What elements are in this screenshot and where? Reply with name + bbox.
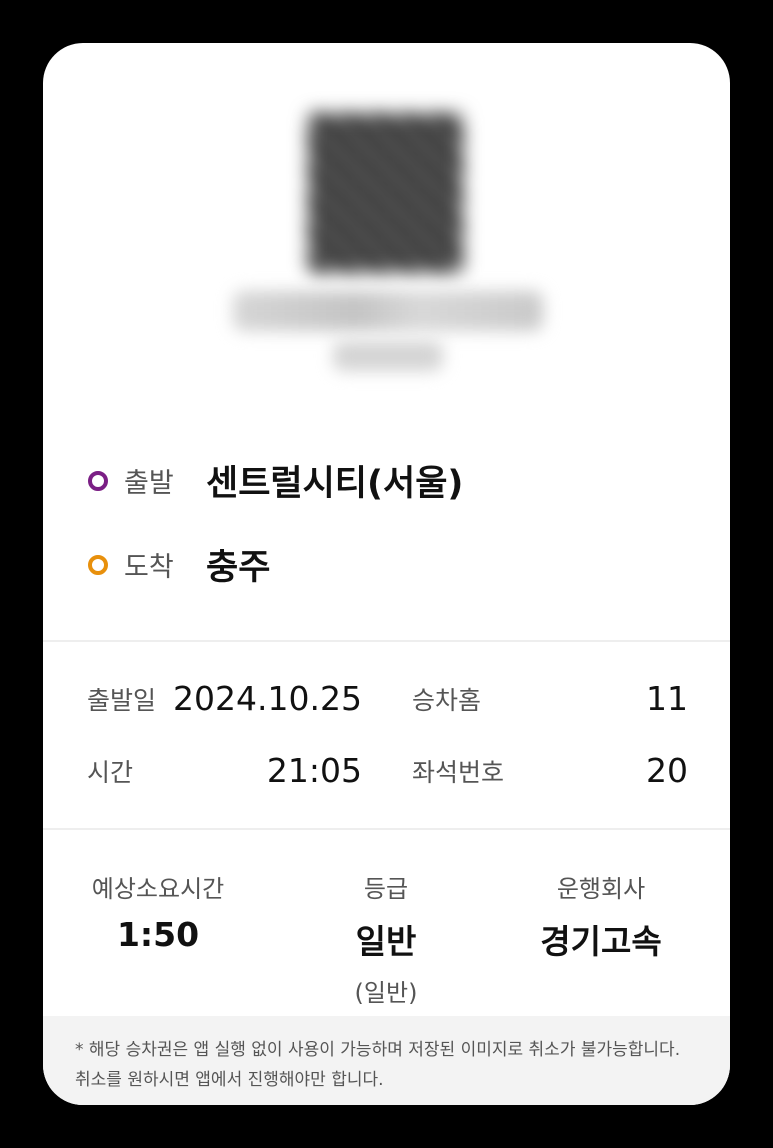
company-label: 운행회사	[556, 875, 646, 903]
arrival-value: 충주	[206, 548, 271, 588]
seat-detail: 좌석번호 20	[412, 751, 688, 790]
arrival-dot-icon	[88, 554, 108, 575]
departure-value: 센트럴시티(서울)	[206, 464, 464, 504]
grade-sub: (일반)	[354, 979, 418, 1007]
time-value: 21:05	[266, 751, 362, 790]
departure-row: 출발 센트럴시티(서울)	[88, 455, 463, 506]
notice-line-1: * 해당 승차권은 앱 실행 없이 사용이 가능하며 저장된 이미지로 취소가 …	[75, 1040, 681, 1060]
duration-info: 예상소요시간 1:50	[43, 869, 273, 954]
date-label: 출발일	[87, 685, 157, 715]
divider-middle	[43, 828, 730, 830]
duration-value: 1:50	[116, 915, 200, 954]
duration-label: 예상소요시간	[91, 875, 225, 903]
notice-line-2: 취소를 원하시면 앱에서 진행해야만 합니다.	[75, 1070, 384, 1090]
departure-dot-icon	[88, 470, 108, 491]
qr-code-area	[43, 43, 730, 423]
seat-label: 좌석번호	[412, 757, 505, 787]
date-value: 2024.10.25	[173, 679, 362, 718]
platform-value: 11	[646, 679, 688, 718]
seat-value: 20	[646, 751, 688, 790]
qr-caption-blurred	[233, 291, 543, 331]
qr-caption-blurred-2	[333, 341, 443, 371]
time-label: 시간	[87, 757, 134, 787]
arrival-row: 도착 충주	[88, 539, 270, 590]
departure-label: 출발	[124, 468, 174, 499]
time-detail: 시간 21:05	[87, 751, 362, 790]
divider-top	[43, 640, 730, 642]
ticket-card: 출발 센트럴시티(서울) 도착 충주 출발일 2024.10.25 승차홈 11…	[43, 43, 730, 1105]
notice-box: * 해당 승차권은 앱 실행 없이 사용이 가능하며 저장된 이미지로 취소가 …	[43, 1016, 730, 1105]
qr-code-image	[308, 113, 463, 273]
company-info: 운행회사 경기고속	[486, 869, 716, 963]
arrival-label: 도착	[124, 552, 174, 583]
platform-detail: 승차홈 11	[412, 679, 688, 718]
grade-label: 등급	[363, 875, 409, 903]
company-value: 경기고속	[540, 922, 662, 961]
date-detail: 출발일 2024.10.25	[87, 679, 362, 718]
grade-value: 일반	[355, 922, 417, 961]
grade-info: 등급 일반 (일반)	[271, 869, 501, 1008]
platform-label: 승차홈	[412, 685, 482, 715]
